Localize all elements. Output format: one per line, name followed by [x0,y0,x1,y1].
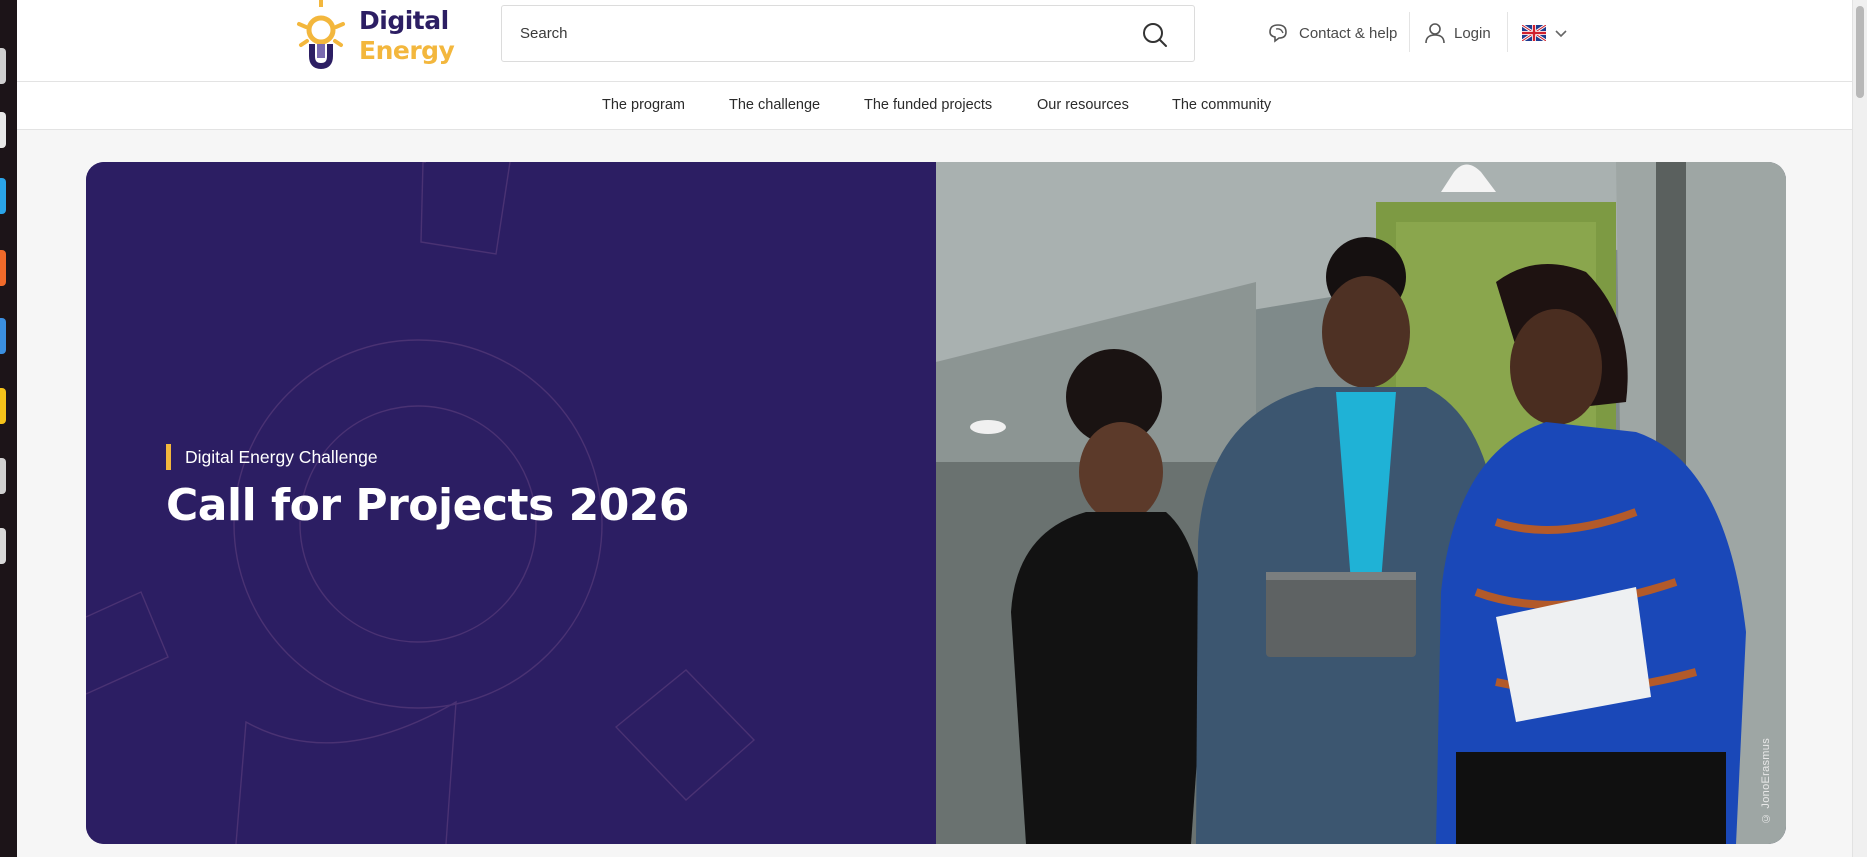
scrollbar-thumb[interactable] [1856,6,1864,98]
dock-app-icon[interactable] [0,528,6,564]
login-link[interactable]: Login [1424,18,1491,48]
site-logo[interactable]: Digital Energy [295,0,465,70]
header-divider [1507,12,1508,52]
hero-eyebrow: Digital Energy Challenge [166,444,378,470]
uk-flag-icon [1522,25,1546,41]
nav-item-community[interactable]: The community [1172,97,1271,113]
dock-app-icon[interactable] [0,458,6,494]
nav-item-resources[interactable]: Our resources [1037,97,1129,113]
contact-help-link[interactable]: Contact & help [1267,18,1397,48]
header-divider [1409,12,1410,52]
dock-app-icon[interactable] [0,178,6,214]
dock-app-icon[interactable] [0,250,6,286]
people-with-tablet-image [936,162,1786,844]
chat-bubble-icon [1269,24,1287,43]
language-selector[interactable] [1522,22,1572,44]
nav-item-challenge[interactable]: The challenge [729,97,820,113]
dock-app-icon[interactable] [0,388,6,424]
hero-title: Call for Projects 2026 [166,480,690,531]
chevron-down-icon [1555,30,1567,38]
search-input[interactable] [520,6,1120,61]
site-header: Digital Energy Contact & help Login [17,0,1852,82]
dock-app-icon[interactable] [0,48,6,84]
user-icon [1425,23,1445,44]
search-box [501,5,1195,62]
lightbulb-logo-icon [297,0,345,70]
hero-photo: © JonoErasmus [936,162,1786,844]
nav-item-funded-projects[interactable]: The funded projects [864,97,992,113]
main-nav: The program The challenge The funded pro… [17,82,1852,130]
os-dock [0,0,17,857]
nav-item-program[interactable]: The program [602,97,685,113]
contact-help-label: Contact & help [1299,24,1398,42]
photo-credit: © JonoErasmus [1760,737,1772,824]
login-label: Login [1454,24,1491,42]
dock-app-icon[interactable] [0,318,6,354]
logo-text-energy: Energy [359,36,455,65]
search-icon[interactable] [1142,22,1168,48]
hero-text-panel: Digital Energy Challenge Call for Projec… [86,162,936,844]
hero-banner: Digital Energy Challenge Call for Projec… [86,162,1786,844]
page-scrollbar[interactable] [1852,0,1867,857]
dock-app-icon[interactable] [0,112,6,148]
logo-text-digital: Digital [359,6,449,35]
